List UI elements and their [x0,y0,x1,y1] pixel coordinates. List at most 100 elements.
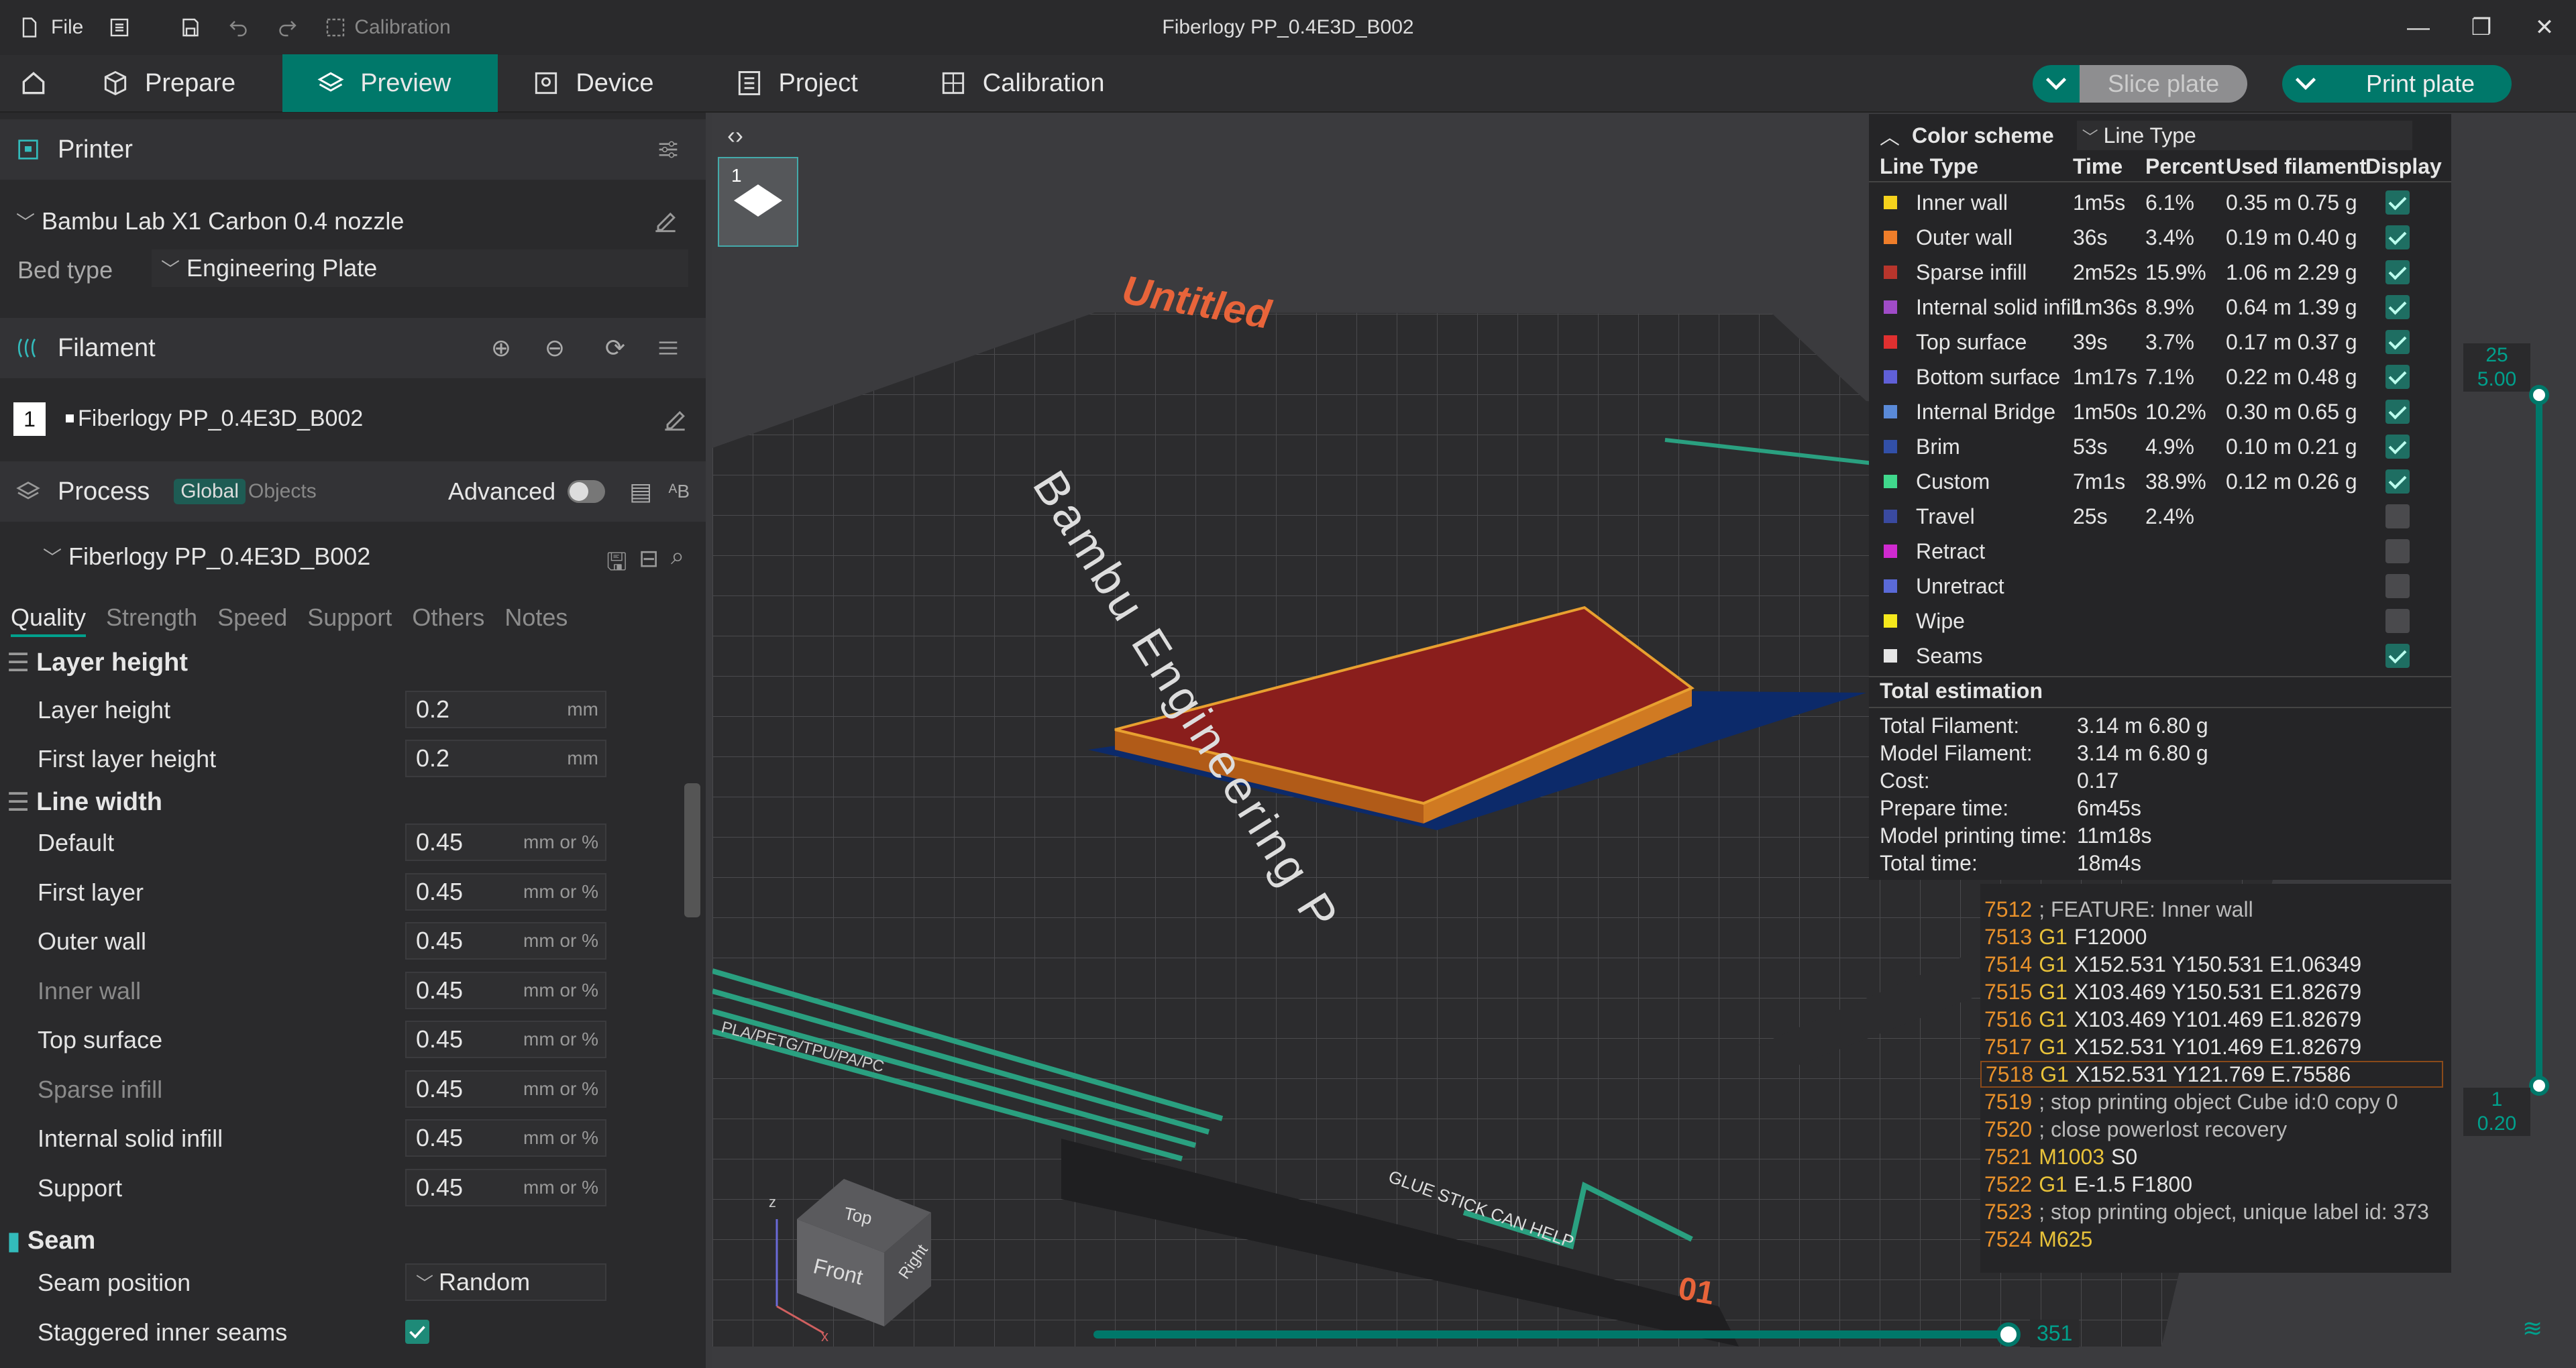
file-menu[interactable]: File [0,0,95,55]
tab-speed[interactable]: Speed [217,604,287,637]
legend-row[interactable]: Outer wall 36s 3.4% 0.19 m 0.40 g [1869,220,2451,255]
global-toggle[interactable]: Global [174,479,246,504]
line-width-input[interactable]: 0.45 mm or % [405,1070,606,1108]
legend-row[interactable]: Top surface 39s 3.7% 0.17 m 0.37 g [1869,325,2451,359]
remove-filament-icon[interactable]: ⊖ [545,334,565,362]
first-layer-height-input[interactable]: 0.2 mm [405,740,606,777]
print-dropdown[interactable] [2282,65,2329,103]
legend-row[interactable]: Wipe [1869,604,2451,638]
legend-row[interactable]: Unretract [1869,569,2451,604]
filament-select[interactable]: Fiberlogy PP_0.4E3D_B002 [56,400,656,437]
tab-project[interactable]: Project [701,54,905,112]
legend-row[interactable]: Internal Bridge 1m50s 10.2% 0.30 m 0.65 g [1869,394,2451,429]
edit-filament-icon[interactable] [660,405,690,435]
line-width-input[interactable]: 0.45 mm or % [405,971,606,1009]
close-button[interactable]: ✕ [2513,0,2576,55]
legend-display-checkbox[interactable] [2385,190,2410,215]
bed-type-select[interactable]: ﹀ Engineering Plate [152,249,688,287]
redo-button[interactable] [263,0,311,55]
legend-display-checkbox[interactable] [2385,504,2410,528]
legend-row[interactable]: Custom 7m1s 38.9% 0.12 m 0.26 g [1869,464,2451,499]
legend-display-checkbox[interactable] [2385,435,2410,459]
maximize-button[interactable]: ❐ [2450,0,2513,55]
legend-row[interactable]: Seams [1869,638,2451,673]
legend-row[interactable]: Brim 53s 4.9% 0.10 m 0.21 g [1869,429,2451,464]
legend-row[interactable]: Retract [1869,534,2451,569]
color-scheme-select[interactable]: ﹀ Line Type [2076,121,2412,150]
undo-button[interactable] [215,0,263,55]
collapse-sidebar-icon[interactable]: ‹› [716,117,754,154]
view-cube[interactable]: Top Front Right z x [750,1172,938,1347]
legend-display-checkbox[interactable] [2385,260,2410,284]
line-width-input[interactable]: 0.45 mm or % [405,922,606,960]
printer-select[interactable]: ﹀ Bambu Lab X1 Carbon 0.4 nozzle [7,203,644,240]
legend-display-checkbox[interactable] [2385,295,2410,319]
legend-display-checkbox[interactable] [2385,469,2410,494]
home-button[interactable] [0,54,67,112]
search-icon[interactable]: ⌕ [671,542,684,571]
chevron-down-icon: ﹀ [416,1273,434,1294]
legend-display-checkbox[interactable] [2385,400,2410,424]
process-preset-select[interactable]: ﹀ Fiberlogy PP_0.4E3D_B002 [34,538,597,575]
tab-support[interactable]: Support [307,604,392,637]
move-slider-track[interactable] [1093,1330,2012,1338]
slice-dropdown[interactable] [2033,65,2080,103]
legend-row[interactable]: Travel 25s 2.4% [1869,499,2451,534]
objects-toggle[interactable]: Objects [248,480,317,503]
add-filament-icon[interactable]: ⊕ [491,334,511,362]
save-button[interactable] [166,0,215,55]
seam-position-select[interactable]: ﹀ Random [405,1263,606,1301]
legend-display-checkbox[interactable] [2385,574,2410,598]
staggered-seams-checkbox[interactable] [405,1320,429,1344]
legend-display-checkbox[interactable] [2385,539,2410,563]
minimize-button[interactable]: — [2387,0,2450,55]
print-plate-button[interactable]: Print plate [2282,65,2512,103]
layer-slider-bottom-handle[interactable] [2529,1076,2549,1096]
legend-display-checkbox[interactable] [2385,644,2410,668]
slice-plate-button[interactable]: Slice plate [2033,65,2248,103]
legend-row[interactable]: Inner wall 1m5s 6.1% 0.35 m 0.75 g [1869,185,2451,220]
layer-slider-top-handle[interactable] [2529,385,2549,405]
printer-settings-icon[interactable] [655,136,682,163]
legend-name: Retract [1916,538,1986,563]
legend-row[interactable]: Bottom surface 1m17s 7.1% 0.22 m 0.48 g [1869,359,2451,394]
calibration-quick-button[interactable]: Calibration [311,0,462,55]
collapse-legend-icon[interactable]: ︿ [1880,121,1900,150]
legend-row[interactable]: Internal solid infill 1m36s 8.9% 0.64 m 1.3… [1869,290,2451,325]
tab-strength[interactable]: Strength [106,604,197,637]
filament-settings-icon[interactable] [655,335,682,361]
line-width-input[interactable]: 0.45 mm or % [405,1119,606,1157]
settings-scrollbar[interactable] [684,783,700,917]
tab-preview[interactable]: Preview [282,54,498,112]
save-preset-icon[interactable]: 🖫 [606,545,627,585]
legend-display-checkbox[interactable] [2385,365,2410,389]
line-width-input[interactable]: 0.45 mm or % [405,823,606,861]
filament-slot-badge[interactable]: 1 [13,402,46,436]
layer-slider-track[interactable] [2536,396,2542,1086]
move-slider-handle[interactable] [1996,1322,2021,1347]
tab-others[interactable]: Others [412,604,484,637]
legend-display-checkbox[interactable] [2385,609,2410,633]
tab-notes[interactable]: Notes [504,604,568,637]
search-settings-icon[interactable]: ᴬB [669,481,690,502]
compare-icon[interactable]: ▤ [629,477,652,506]
line-width-value: 0.45 [416,927,464,954]
tab-quality[interactable]: Quality [11,604,87,637]
legend-display-checkbox[interactable] [2385,225,2410,249]
legend-row[interactable]: Sparse infill 2m52s 15.9% 1.06 m 2.29 g [1869,255,2451,290]
plate-thumbnail[interactable]: 1 [718,157,798,247]
layers-toggle-icon[interactable]: ≋ [2522,1314,2542,1343]
line-width-input[interactable]: 0.45 mm or % [405,872,606,911]
tab-prepare[interactable]: Prepare [67,54,282,112]
advanced-switch[interactable] [568,480,605,503]
tab-device[interactable]: Device [498,54,700,112]
sync-filament-icon[interactable]: ⟳ [605,334,625,362]
tab-calibration[interactable]: Calibration [905,54,1152,112]
layer-height-input[interactable]: 0.2 mm [405,691,606,728]
menu-button[interactable] [95,0,144,55]
line-width-input[interactable]: 0.45 mm or % [405,1168,606,1206]
edit-printer-icon[interactable] [651,207,680,236]
line-width-input[interactable]: 0.45 mm or % [405,1021,606,1058]
legend-display-checkbox[interactable] [2385,330,2410,354]
delete-preset-icon[interactable]: ⊟ [639,545,659,573]
